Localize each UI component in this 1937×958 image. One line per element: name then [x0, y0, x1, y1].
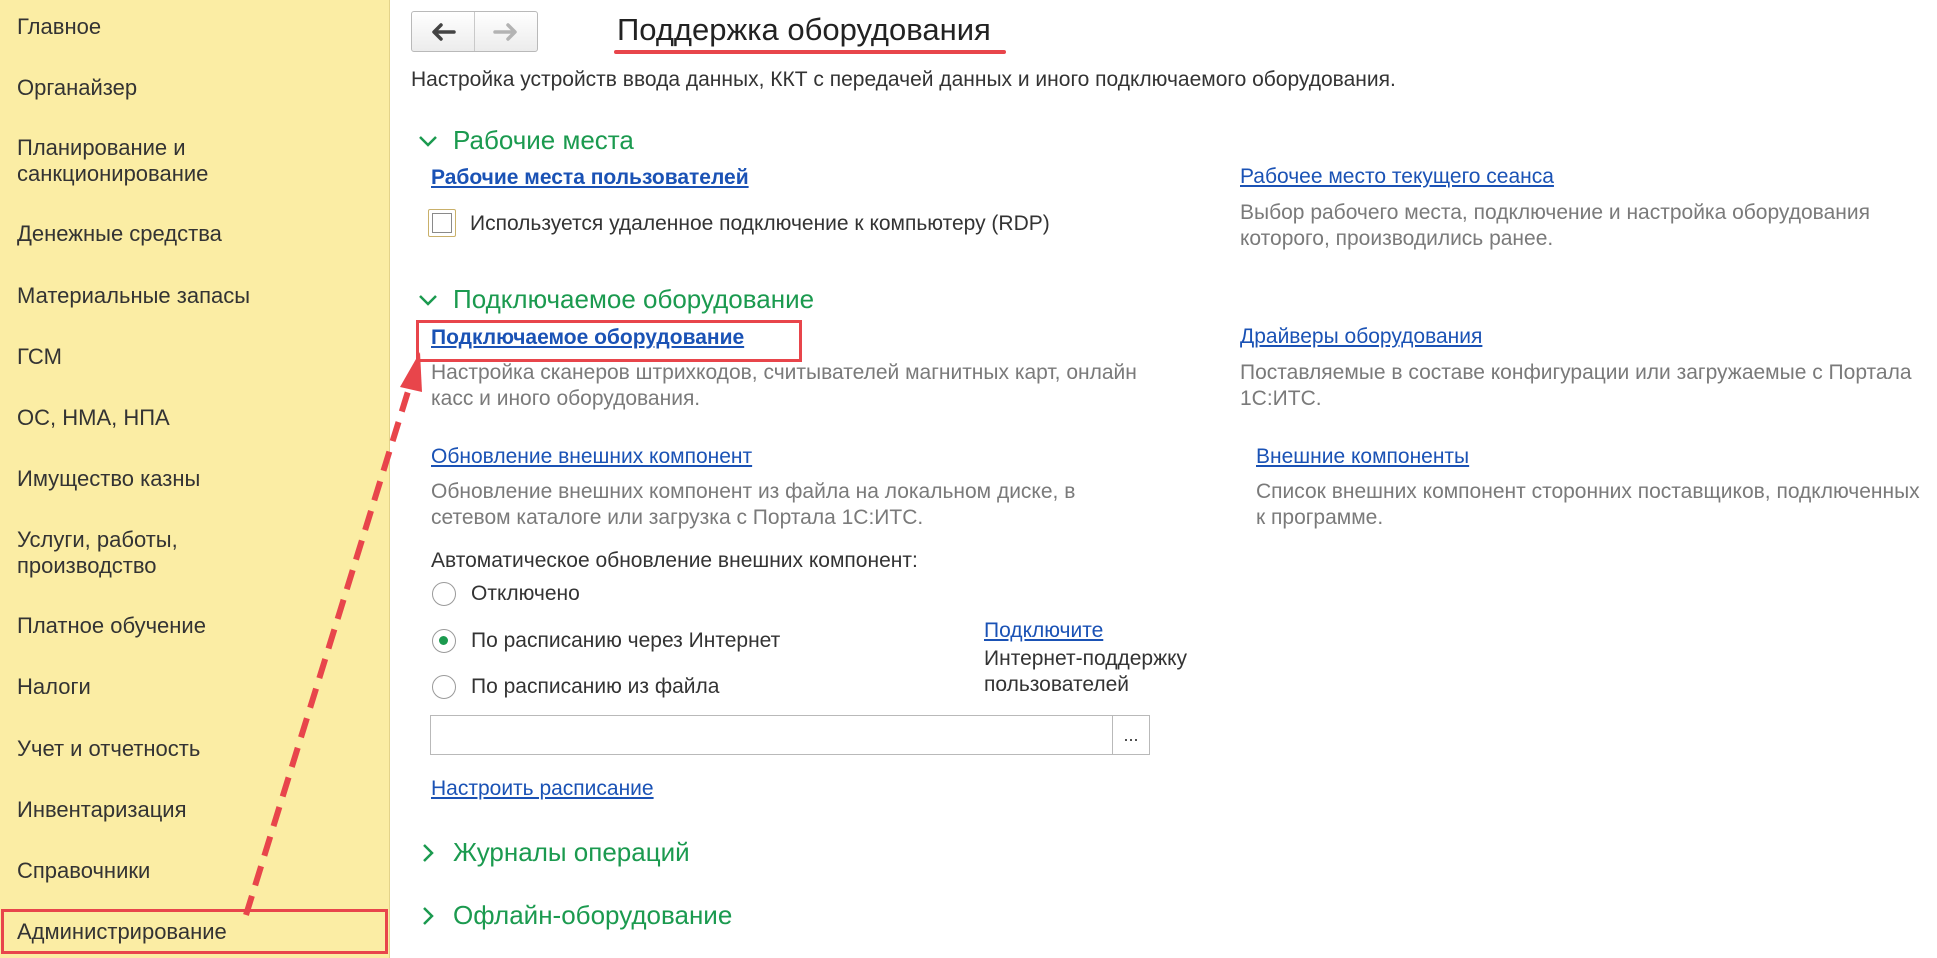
sidebar-item-paid-education[interactable]: Платное обучение: [17, 613, 377, 639]
radio-schedule-internet-label[interactable]: По расписанию через Интернет: [471, 628, 780, 654]
active-item-highlight: [1, 909, 388, 954]
rdp-checkbox-label[interactable]: Используется удаленное подключение к ком…: [470, 211, 1050, 237]
title-annotation-underline: [614, 50, 1006, 54]
update-external-components-desc: Обновление внешних компонент из файла на…: [431, 480, 1076, 529]
arrow-right-icon: [493, 22, 517, 41]
current-session-workplace-link[interactable]: Рабочее место текущего сеанса: [1240, 165, 1554, 189]
radio-schedule-internet[interactable]: [432, 629, 456, 653]
radio-disabled-label[interactable]: Отключено: [471, 581, 580, 607]
navigation-buttons: [411, 11, 538, 52]
sidebar-item-planning[interactable]: Планирование и санкционирование: [17, 135, 377, 187]
update-external-components-link[interactable]: Обновление внешних компонент: [431, 445, 752, 469]
connect-support-text: Интернет-поддержку пользователей: [984, 647, 1188, 696]
page-title: Поддержка оборудования: [617, 12, 991, 47]
current-session-workplace-desc: Выбор рабочего места, подключение и наст…: [1240, 201, 1870, 250]
sidebar-item-stocktaking[interactable]: Инвентаризация: [17, 797, 377, 823]
section-offline-title: Офлайн-оборудование: [453, 900, 733, 930]
configure-schedule-link[interactable]: Настроить расписание: [431, 777, 654, 801]
user-workplaces-link[interactable]: Рабочие места пользователей: [431, 166, 749, 190]
sidebar-item-treasury-property[interactable]: Имущество казны: [17, 466, 377, 492]
sidebar-item-fuel[interactable]: ГСМ: [17, 344, 377, 370]
sidebar: Главное Органайзер Планирование и санкци…: [0, 0, 390, 958]
radio-schedule-file-label[interactable]: По расписанию из файла: [471, 674, 719, 700]
chevron-down-icon: [419, 135, 437, 147]
sidebar-item-taxes[interactable]: Налоги: [17, 674, 377, 700]
file-path-field[interactable]: ...: [430, 715, 1150, 755]
file-path-input[interactable]: [431, 716, 1113, 754]
chevron-right-icon: [423, 906, 434, 925]
external-components-link[interactable]: Внешние компоненты: [1256, 445, 1469, 469]
pick-file-button[interactable]: ...: [1112, 716, 1149, 754]
section-journals-title: Журналы операций: [453, 837, 690, 867]
equipment-drivers-link[interactable]: Драйверы оборудования: [1240, 325, 1482, 349]
auto-update-label: Автоматическое обновление внешних компон…: [431, 549, 918, 572]
chevron-down-icon: [419, 294, 437, 306]
section-workplaces-title: Рабочие места: [453, 125, 634, 155]
connected-equipment-desc: Настройка сканеров штрихкодов, считывате…: [431, 361, 1137, 410]
sidebar-item-fixed-assets[interactable]: ОС, НМА, НПА: [17, 405, 377, 431]
external-components-desc: Список внешних компонент сторонних поста…: [1256, 480, 1920, 529]
sidebar-item-cash[interactable]: Денежные средства: [17, 221, 377, 247]
sidebar-item-inventory-stock[interactable]: Материальные запасы: [17, 283, 377, 309]
equipment-drivers-desc: Поставляемые в составе конфигурации или …: [1240, 361, 1912, 410]
sidebar-item-services[interactable]: Услуги, работы, производство: [17, 527, 377, 579]
section-workplaces-toggle[interactable]: Рабочие места: [417, 125, 634, 156]
radio-schedule-file[interactable]: [432, 675, 456, 699]
sidebar-item-main[interactable]: Главное: [17, 14, 377, 40]
section-offline-toggle[interactable]: Офлайн-оборудование: [417, 900, 732, 931]
arrow-left-icon: [432, 22, 456, 41]
back-button[interactable]: [412, 12, 474, 51]
forward-button[interactable]: [474, 12, 537, 51]
connect-support-link[interactable]: Подключите: [984, 619, 1103, 643]
page-description: Настройка устройств ввода данных, ККТ с …: [411, 68, 1396, 91]
section-equipment-toggle[interactable]: Подключаемое оборудование: [417, 284, 814, 315]
sidebar-item-references[interactable]: Справочники: [17, 858, 377, 884]
section-equipment-title: Подключаемое оборудование: [453, 284, 815, 314]
sidebar-item-accounting[interactable]: Учет и отчетность: [17, 736, 377, 762]
radio-disabled[interactable]: [432, 582, 456, 606]
chevron-right-icon: [423, 843, 434, 862]
section-journals-toggle[interactable]: Журналы операций: [417, 837, 690, 868]
rdp-checkbox[interactable]: [428, 209, 456, 237]
connected-equipment-highlight: [416, 320, 802, 362]
sidebar-item-organizer[interactable]: Органайзер: [17, 75, 377, 101]
